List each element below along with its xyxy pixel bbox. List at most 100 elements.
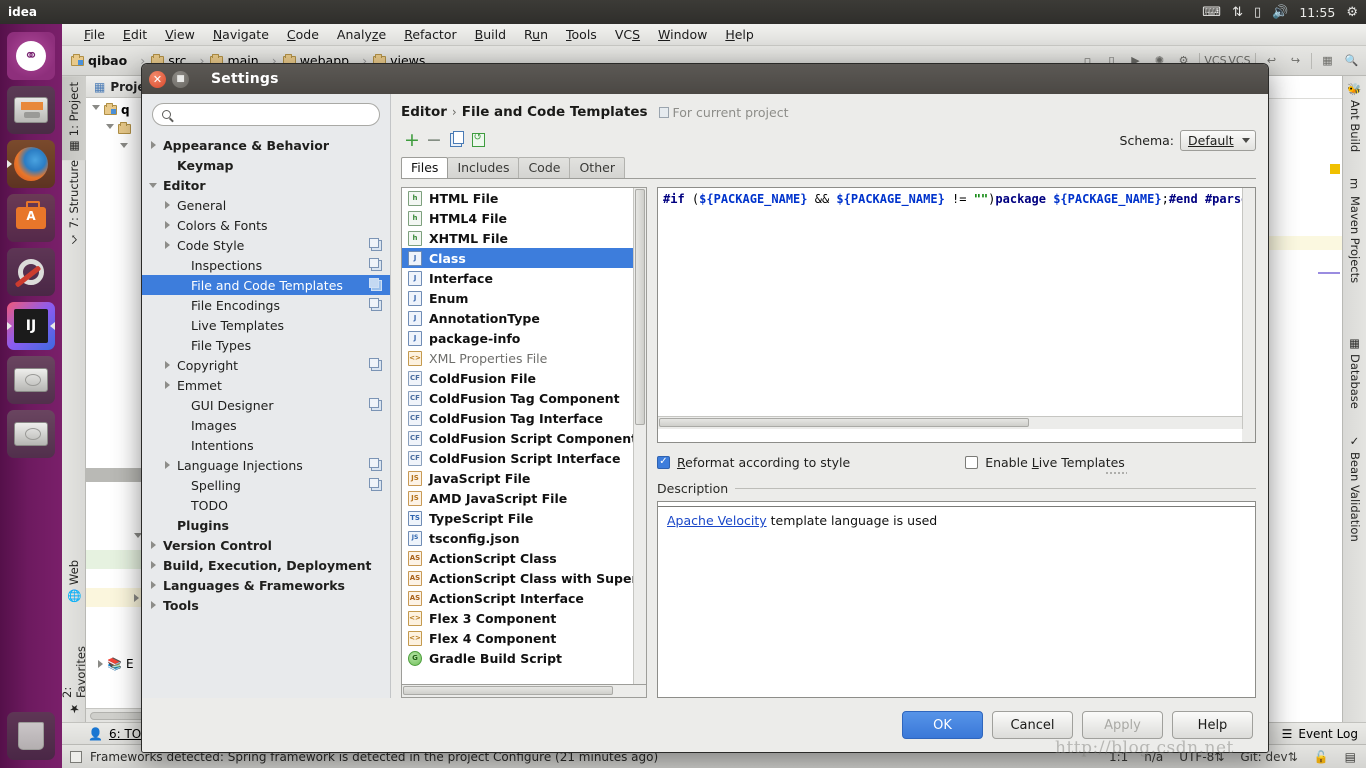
template-list-item[interactable]: <> Flex 3 Component — [402, 608, 646, 628]
launcher-item-intellij-idea[interactable]: IJ — [7, 302, 55, 350]
editor-marker-change[interactable] — [1318, 272, 1340, 274]
template-list-item[interactable]: h HTML4 File — [402, 208, 646, 228]
chevron-right-icon[interactable] — [148, 601, 158, 609]
menu-build[interactable]: Build — [467, 25, 514, 44]
settings-tree-item-file-types[interactable]: File Types — [142, 335, 390, 355]
keyboard-icon[interactable]: ⌨ — [1202, 6, 1221, 19]
sidebar-item-project[interactable]: ▦ 1: Project — [62, 76, 86, 161]
add-template-button[interactable]: + — [401, 130, 423, 150]
scrollbar-thumb[interactable] — [659, 418, 1029, 427]
settings-tree-item-languages-frameworks[interactable]: Languages & Frameworks — [142, 575, 390, 595]
search-box[interactable] — [152, 103, 380, 126]
tab-files[interactable]: Files — [401, 157, 449, 178]
volume-icon[interactable]: 🔊 — [1272, 6, 1288, 19]
menu-file[interactable]: File — [76, 25, 113, 44]
gear-icon[interactable]: ⚙ — [1346, 6, 1358, 19]
chevron-right-icon[interactable] — [148, 141, 158, 149]
chevron-down-icon[interactable] — [148, 182, 158, 188]
settings-tree-item-inspections[interactable]: Inspections — [142, 255, 390, 275]
template-list-item[interactable]: G Gradle Build Script — [402, 648, 646, 668]
scrollbar-thumb[interactable] — [403, 686, 613, 695]
settings-tree-item-copyright[interactable]: Copyright — [142, 355, 390, 375]
settings-tree-item-editor[interactable]: Editor — [142, 175, 390, 195]
template-list-item[interactable]: J Interface — [402, 268, 646, 288]
launcher-item-firefox[interactable] — [7, 140, 55, 188]
editor-marker-warning[interactable] — [1330, 164, 1340, 174]
memory-icon[interactable]: ▤ — [1345, 750, 1356, 764]
settings-tree-item-colors-fonts[interactable]: Colors & Fonts — [142, 215, 390, 235]
chevron-right-icon[interactable] — [162, 221, 172, 229]
code-vscrollbar[interactable] — [1242, 188, 1255, 429]
remove-template-button[interactable]: − — [423, 130, 445, 150]
launcher-item-system-settings[interactable] — [7, 248, 55, 296]
copy-template-button[interactable] — [445, 130, 467, 150]
template-list-item[interactable]: <> Flex 4 Component — [402, 628, 646, 648]
menu-window[interactable]: Window — [650, 25, 715, 44]
settings-tree-item-build-execution-deployment[interactable]: Build, Execution, Deployment — [142, 555, 390, 575]
template-list-item[interactable]: h XHTML File — [402, 228, 646, 248]
template-list-item[interactable]: CF ColdFusion Script Component — [402, 428, 646, 448]
settings-tree-item-tools[interactable]: Tools — [142, 595, 390, 615]
sidebar-item-ant-build[interactable]: 🐝 Ant Build — [1343, 76, 1366, 158]
sidebar-item-structure[interactable]: ☇ 7: Structure — [62, 154, 86, 252]
chevron-down-icon[interactable] — [106, 124, 114, 133]
reset-template-button[interactable] — [467, 130, 489, 150]
launcher-item-files[interactable] — [7, 86, 55, 134]
ok-button[interactable]: OK — [902, 711, 983, 739]
chevron-right-icon[interactable] — [162, 361, 172, 369]
settings-tree-item-todo[interactable]: TODO — [142, 495, 390, 515]
menu-refactor[interactable]: Refactor — [396, 25, 464, 44]
template-list-item[interactable]: CF ColdFusion File — [402, 368, 646, 388]
dialog-titlebar[interactable]: ✕ ■ Settings — [142, 64, 1268, 94]
settings-tree-item-intentions[interactable]: Intentions — [142, 435, 390, 455]
maximize-icon[interactable]: ■ — [172, 70, 189, 88]
breadcrumb-item-project[interactable]: qibao — [68, 52, 133, 69]
scrollbar-thumb[interactable] — [635, 189, 645, 425]
chevron-right-icon[interactable] — [162, 201, 172, 209]
menu-edit[interactable]: Edit — [115, 25, 155, 44]
settings-tree-item-file-and-code-templates[interactable]: File and Code Templates — [142, 275, 390, 295]
help-button[interactable]: Help — [1172, 711, 1253, 739]
chevron-right-icon[interactable] — [148, 541, 158, 549]
close-icon[interactable]: ✕ — [149, 70, 166, 88]
settings-tree-item-images[interactable]: Images — [142, 415, 390, 435]
sidebar-item-favorites[interactable]: ★ 2: Favorites — [60, 632, 88, 722]
chevron-right-icon[interactable] — [134, 593, 139, 602]
settings-tree-item-gui-designer[interactable]: GUI Designer — [142, 395, 390, 415]
template-list-item[interactable]: Jpackage-info — [402, 328, 646, 348]
menu-analyze[interactable]: Analyze — [329, 25, 394, 44]
menu-view[interactable]: View — [157, 25, 203, 44]
chevron-down-icon[interactable] — [92, 105, 100, 114]
lock-icon[interactable]: 🔓 — [1314, 750, 1329, 764]
template-list-item[interactable]: J AnnotationType — [402, 308, 646, 328]
search-input[interactable] — [177, 107, 370, 122]
settings-tree-item-language-injections[interactable]: Language Injections — [142, 455, 390, 475]
reformat-checkbox[interactable]: ✓ — [657, 455, 670, 469]
menu-navigate[interactable]: Navigate — [205, 25, 277, 44]
template-list-item[interactable]: J Enum — [402, 288, 646, 308]
tab-other[interactable]: Other — [569, 157, 625, 178]
chevron-right-icon[interactable] — [98, 659, 103, 668]
template-list-item[interactable]: <> XML Properties File — [402, 348, 646, 368]
template-list-item[interactable]: J Class — [402, 248, 646, 268]
template-list-item[interactable]: AS ActionScript Class — [402, 548, 646, 568]
apache-velocity-link[interactable]: Apache Velocity — [667, 513, 767, 528]
template-list-item[interactable]: JS JavaScript File — [402, 468, 646, 488]
launcher-item-trash[interactable] — [7, 712, 55, 760]
settings-tree-item-plugins[interactable]: Plugins — [142, 515, 390, 535]
sidebar-item-database[interactable]: ▦ Database — [1343, 330, 1366, 415]
livetpl-checkbox-wrap[interactable]: Enable Live Templates — [965, 455, 1128, 476]
launcher-item-disk-2[interactable] — [7, 410, 55, 458]
chevron-right-icon[interactable] — [162, 461, 172, 469]
menu-run[interactable]: Run — [516, 25, 556, 44]
chevron-right-icon[interactable] — [148, 561, 158, 569]
template-list-item[interactable]: AS ActionScript Class with Super — [402, 568, 646, 588]
redo-icon[interactable]: ↪ — [1287, 52, 1304, 69]
menu-vcs[interactable]: VCS — [607, 25, 648, 44]
template-list-item[interactable]: JS tsconfig.json — [402, 528, 646, 548]
template-list[interactable]: h HTML File h HTML4 File h XHTML File J Class J I… — [401, 187, 647, 685]
launcher-item-amazon[interactable] — [7, 194, 55, 242]
schema-select[interactable]: Default — [1180, 129, 1256, 151]
toolwindow-tab-event-log[interactable]: Event Log — [1298, 727, 1358, 741]
settings-tree-item-appearance-behavior[interactable]: Appearance & Behavior — [142, 135, 390, 155]
